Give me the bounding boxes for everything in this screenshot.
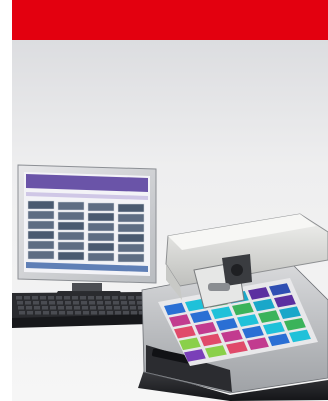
keyboard-key bbox=[120, 296, 126, 300]
monitor-swatch-cell bbox=[117, 203, 145, 213]
keyboard-key bbox=[40, 296, 46, 300]
product-photo: (function () { var svg = "http://www.w3.… bbox=[12, 164, 328, 401]
keyboard-key bbox=[74, 306, 80, 310]
keyboard-key bbox=[17, 301, 23, 305]
monitor-swatch-cell bbox=[27, 210, 55, 220]
keyboard-key bbox=[128, 296, 134, 300]
keyboard-key bbox=[59, 311, 65, 315]
monitor-swatch-cell bbox=[117, 223, 145, 233]
keyboard-key bbox=[97, 301, 103, 305]
keyboard-key bbox=[58, 306, 64, 310]
keyboard-key bbox=[90, 306, 96, 310]
keyboard-key bbox=[56, 296, 62, 300]
keyboard-key bbox=[82, 306, 88, 310]
keyboard-key bbox=[27, 311, 33, 315]
keyboard-key bbox=[131, 311, 137, 315]
keyboard-key bbox=[83, 311, 89, 315]
keyboard-key bbox=[112, 296, 118, 300]
keyboard-key bbox=[73, 301, 79, 305]
keyboard-key bbox=[33, 301, 39, 305]
keyboard-key bbox=[65, 301, 71, 305]
monitor-swatch-cell bbox=[27, 240, 55, 250]
keyboard-key bbox=[66, 306, 72, 310]
keyboard-key bbox=[18, 306, 24, 310]
keyboard-key bbox=[49, 301, 55, 305]
keyboard-key bbox=[106, 306, 112, 310]
monitor-swatch-cell bbox=[87, 242, 115, 252]
monitor-swatch-cell bbox=[57, 231, 85, 241]
keyboard-key bbox=[34, 306, 40, 310]
keyboard-key bbox=[24, 296, 30, 300]
keyboard-key bbox=[104, 296, 110, 300]
keyboard-key bbox=[98, 306, 104, 310]
monitor-swatch-cell bbox=[87, 232, 115, 242]
monitor-swatch-cell bbox=[57, 221, 85, 231]
keyboard-key bbox=[48, 296, 54, 300]
keyboard-key bbox=[32, 296, 38, 300]
monitor-swatch-cell bbox=[27, 230, 55, 240]
monitor-swatch-cell bbox=[117, 243, 145, 253]
keyboard-key bbox=[50, 306, 56, 310]
keyboard-key bbox=[64, 296, 70, 300]
monitor bbox=[17, 164, 157, 284]
monitor-stand bbox=[72, 283, 102, 291]
keyboard-key bbox=[80, 296, 86, 300]
keyboard-key bbox=[16, 296, 22, 300]
keyboard-key bbox=[75, 311, 81, 315]
keyboard-key bbox=[114, 306, 120, 310]
monitor-swatch-cell bbox=[27, 250, 55, 260]
keyboard-key bbox=[57, 301, 63, 305]
keyboard-key bbox=[123, 311, 129, 315]
keyboard-key bbox=[19, 311, 25, 315]
keyboard-key bbox=[35, 311, 41, 315]
keyboard-key bbox=[67, 311, 73, 315]
monitor-swatch-cell bbox=[117, 253, 145, 263]
monitor-swatch-cell bbox=[117, 233, 145, 243]
keyboard-key bbox=[113, 301, 119, 305]
monitor-swatch-cell bbox=[87, 252, 115, 262]
keyboard bbox=[12, 292, 150, 328]
keyboard-key bbox=[81, 301, 87, 305]
keyboard-key bbox=[115, 311, 121, 315]
keyboard-key bbox=[96, 296, 102, 300]
monitor-swatch-cell bbox=[117, 213, 145, 223]
keyboard-key bbox=[43, 311, 49, 315]
monitor-swatch-cell bbox=[57, 211, 85, 221]
monitor-swatch-cell bbox=[87, 222, 115, 232]
monitor-swatch-cell bbox=[87, 202, 115, 212]
keyboard-key bbox=[99, 311, 105, 315]
monitor-swatch-cell bbox=[57, 251, 85, 261]
keyboard-key bbox=[72, 296, 78, 300]
monitor-swatch-cell bbox=[27, 220, 55, 230]
monitor-swatch-cell bbox=[87, 212, 115, 222]
keyboard-key bbox=[42, 306, 48, 310]
keyboard-key bbox=[136, 296, 142, 300]
keyboard-key bbox=[91, 311, 97, 315]
monitor-swatch-cell bbox=[57, 241, 85, 251]
keyboard-key bbox=[121, 301, 127, 305]
keyboard-key bbox=[25, 301, 31, 305]
keyboard-key bbox=[51, 311, 57, 315]
keyboard-key bbox=[26, 306, 32, 310]
keyboard-key bbox=[88, 296, 94, 300]
keyboard-key bbox=[105, 301, 111, 305]
keyboard-key bbox=[129, 301, 135, 305]
keyboard-key bbox=[107, 311, 113, 315]
keyboard-key bbox=[89, 301, 95, 305]
keyboard-key bbox=[130, 306, 136, 310]
keyboard-key bbox=[41, 301, 47, 305]
keyboard-key bbox=[122, 306, 128, 310]
monitor-swatch-cell bbox=[57, 201, 85, 211]
monitor-swatch-cell bbox=[27, 200, 55, 210]
